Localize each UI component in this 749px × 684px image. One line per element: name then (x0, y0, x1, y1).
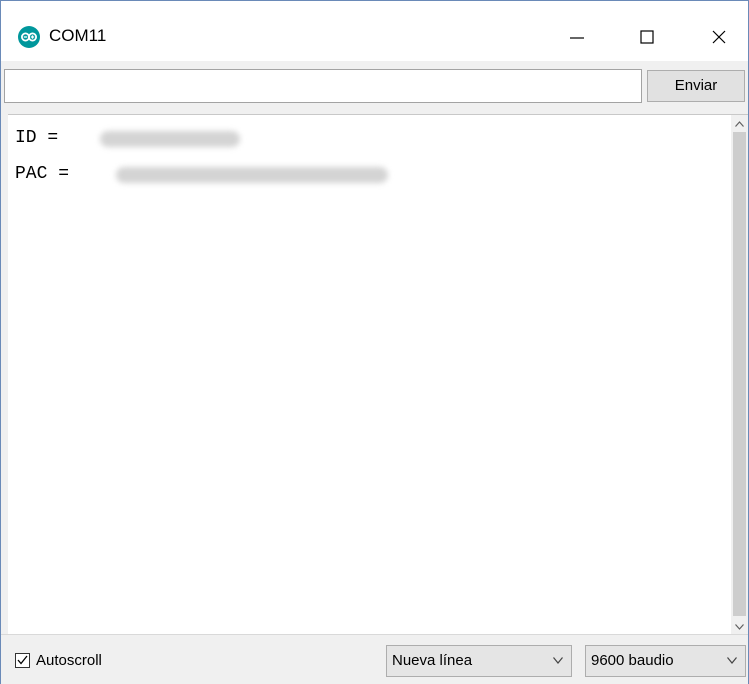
scroll-up-button[interactable] (731, 115, 748, 132)
redacted-pac-value (116, 167, 388, 183)
chevron-down-icon (735, 623, 744, 630)
chevron-down-icon (727, 657, 737, 664)
autoscroll-toggle[interactable]: Autoscroll (15, 650, 102, 670)
baud-rate-value: 9600 baudio (591, 652, 674, 669)
send-input[interactable] (4, 69, 642, 103)
serial-output-text: ID = PAC = (8, 115, 728, 635)
send-row: Enviar (1, 63, 748, 111)
line-ending-select[interactable]: Nueva línea (386, 645, 572, 677)
checkmark-icon (17, 655, 28, 665)
autoscroll-label: Autoscroll (36, 651, 102, 669)
maximize-icon (640, 30, 654, 44)
serial-monitor-window: COM11 Enviar ID = PAC = Autoscroll Nueva… (0, 0, 749, 684)
title-bar[interactable]: COM11 (1, 1, 748, 61)
arduino-infinity-icon (18, 26, 40, 48)
chevron-up-icon (735, 120, 744, 127)
window-title: COM11 (49, 26, 107, 45)
vertical-scrollbar[interactable] (731, 115, 748, 635)
close-icon (712, 30, 726, 44)
scrollbar-thumb[interactable] (733, 132, 746, 616)
scroll-down-button[interactable] (731, 618, 748, 635)
chevron-down-icon (553, 657, 563, 664)
autoscroll-checkbox[interactable] (15, 652, 30, 668)
close-button[interactable] (691, 15, 747, 59)
redacted-id-value (100, 131, 240, 147)
minimize-icon (570, 37, 584, 39)
maximize-button[interactable] (619, 15, 675, 59)
output-line-id: ID = (15, 128, 59, 148)
output-line-pac: PAC = (15, 164, 70, 184)
serial-output-area[interactable]: ID = PAC = (8, 114, 748, 635)
send-button[interactable]: Enviar (647, 70, 745, 102)
minimize-button[interactable] (549, 15, 605, 59)
status-bar: Autoscroll Nueva línea 9600 baudio (1, 634, 748, 684)
baud-rate-select[interactable]: 9600 baudio (585, 645, 746, 677)
line-ending-value: Nueva línea (392, 652, 473, 669)
